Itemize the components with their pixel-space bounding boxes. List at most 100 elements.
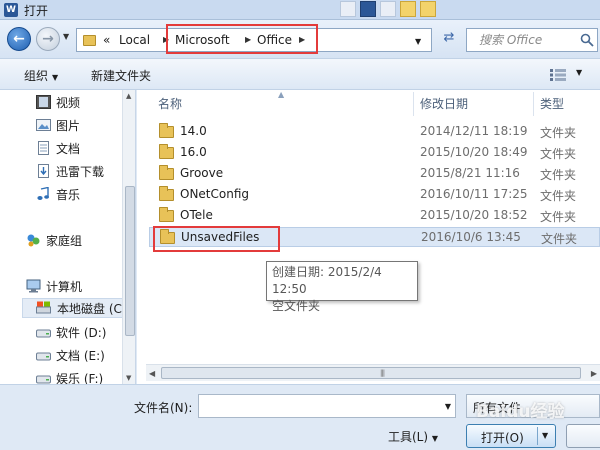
file-name: 16.0 xyxy=(180,145,207,159)
sidebar-item-xunlei-downloads[interactable]: 迅雷下载 xyxy=(56,161,104,181)
column-header-name[interactable]: 名称 xyxy=(158,95,182,112)
file-row[interactable]: 14.0 2014/12/11 18:19 文件夹 xyxy=(149,122,600,142)
sidebar-item-label: 文档 (E:) xyxy=(56,348,105,363)
documents-icon xyxy=(38,141,49,155)
new-folder-button[interactable]: 新建文件夹 xyxy=(91,67,151,84)
folder-tooltip: 创建日期: 2015/2/4 12:50 空文件夹 xyxy=(266,261,418,313)
annotation-highlight-box xyxy=(153,226,280,252)
search-box[interactable] xyxy=(466,28,598,52)
file-name: ONetConfig xyxy=(180,187,250,201)
scroll-down-icon[interactable]: ▼ xyxy=(126,374,131,382)
view-options-icon[interactable] xyxy=(550,69,566,81)
scrollbar-grip-icon: ||| xyxy=(380,369,385,377)
file-modified: 2016/10/6 13:45 xyxy=(421,230,521,244)
sidebar-item-label: 计算机 xyxy=(46,279,83,294)
filename-label: 文件名(N): xyxy=(134,401,193,415)
view-dropdown-icon[interactable]: ▼ xyxy=(576,68,582,77)
homegroup-icon xyxy=(27,234,40,247)
column-divider[interactable] xyxy=(413,92,414,116)
folder-icon xyxy=(159,207,174,222)
file-row[interactable]: ONetConfig 2016/10/11 17:25 文件夹 xyxy=(149,185,600,205)
scroll-left-icon[interactable]: ◀ xyxy=(149,369,155,378)
sidebar-item-label: 迅雷下载 xyxy=(56,164,105,179)
sidebar-scrollbar[interactable]: ▲ ▼ xyxy=(122,90,135,384)
filename-input[interactable] xyxy=(199,395,435,417)
title-bar: W 打开 xyxy=(0,0,600,20)
word-app-icon: W xyxy=(4,3,18,17)
baidu-watermark: Baidu经验 xyxy=(476,402,565,422)
scrollbar-thumb[interactable] xyxy=(125,186,135,336)
sidebar-item-label: 软件 (D:) xyxy=(56,325,107,340)
folder-icon xyxy=(159,186,174,201)
file-row[interactable]: 16.0 2015/10/20 18:49 文件夹 xyxy=(149,143,600,163)
sidebar-item-label: 图片 xyxy=(56,118,81,133)
command-toolbar: 组织 ▼ 新建文件夹 ▼ xyxy=(0,58,600,90)
background-ribbon-icons xyxy=(340,1,436,19)
open-button[interactable]: 打开(O) ▼ xyxy=(466,424,556,448)
column-header-type[interactable]: 类型 xyxy=(540,95,564,112)
file-modified: 2014/12/11 18:19 xyxy=(420,124,528,138)
file-row[interactable]: Groove 2015/8/21 11:16 文件夹 xyxy=(149,164,600,184)
cancel-button[interactable] xyxy=(566,424,600,448)
forward-button[interactable]: → xyxy=(36,27,60,51)
file-type: 文件夹 xyxy=(540,189,577,203)
sidebar-item-drive-f[interactable]: 娱乐 (F:) xyxy=(56,368,104,385)
sidebar-item-computer[interactable]: 计算机 xyxy=(46,276,82,296)
folder-icon xyxy=(83,35,96,46)
sidebar-item-homegroup[interactable]: 家庭组 xyxy=(46,230,82,250)
navigation-pane: 视频 图片 文档 迅雷下载 音乐 家庭组 计算机 本地磁盘 (C 软件 (D:)… xyxy=(0,90,136,384)
file-row[interactable]: OTele 2015/10/20 18:52 文件夹 xyxy=(149,206,600,226)
file-modified: 2015/10/20 18:52 xyxy=(420,208,528,222)
file-list-horizontal-scrollbar[interactable]: ◀ ||| ▶ xyxy=(146,364,600,381)
back-button[interactable]: ← xyxy=(7,27,31,51)
ribbon-icon xyxy=(420,1,436,17)
file-type: 文件夹 xyxy=(540,210,577,224)
sidebar-item-drive-e[interactable]: 文档 (E:) xyxy=(56,345,105,365)
filename-field[interactable]: ▼ xyxy=(198,394,456,418)
search-icon[interactable] xyxy=(580,33,594,47)
window-title: 打开 xyxy=(24,4,49,18)
address-dropdown-icon[interactable]: ▼ xyxy=(415,37,421,46)
sidebar-item-videos[interactable]: 视频 xyxy=(56,92,80,112)
file-type: 文件夹 xyxy=(540,147,577,161)
video-icon xyxy=(36,95,51,109)
sidebar-item-music[interactable]: 音乐 xyxy=(56,184,80,204)
file-name: OTele xyxy=(180,208,213,222)
tools-button[interactable]: 工具(L) ▼ xyxy=(388,428,438,445)
drive-icon xyxy=(36,375,51,384)
search-input[interactable] xyxy=(467,29,577,51)
sidebar-item-label: 视频 xyxy=(56,95,81,110)
pictures-icon xyxy=(36,119,51,131)
music-icon xyxy=(37,187,49,200)
sidebar-item-label: 家庭组 xyxy=(46,233,83,248)
sidebar-item-label: 本地磁盘 (C xyxy=(57,301,122,316)
sort-ascending-icon: ▲ xyxy=(278,90,285,99)
refresh-button[interactable]: ⇄ xyxy=(438,30,460,50)
scroll-right-icon[interactable]: ▶ xyxy=(591,369,597,378)
column-header-modified[interactable]: 修改日期 xyxy=(420,95,468,112)
breadcrumb-local[interactable]: Local xyxy=(119,33,150,47)
download-icon xyxy=(38,164,49,178)
file-name: 14.0 xyxy=(180,124,207,138)
recent-locations-button[interactable]: ▼ xyxy=(63,32,69,41)
sidebar-item-label: 音乐 xyxy=(56,187,81,202)
ribbon-icon xyxy=(340,1,356,17)
scroll-up-icon[interactable]: ▲ xyxy=(126,92,131,100)
sidebar-item-drive-d[interactable]: 软件 (D:) xyxy=(56,322,106,342)
open-label: 打开(O) xyxy=(481,431,524,445)
sidebar-item-documents[interactable]: 文档 xyxy=(56,138,80,158)
open-dropdown-icon[interactable]: ▼ xyxy=(542,431,548,440)
chevron-down-icon: ▼ xyxy=(431,434,439,443)
folder-icon xyxy=(159,123,174,138)
column-divider[interactable] xyxy=(533,92,534,116)
folder-icon xyxy=(159,144,174,159)
chevron-down-icon[interactable]: ▼ xyxy=(445,402,451,411)
sidebar-item-label: 娱乐 (F:) xyxy=(56,371,104,385)
tools-label: 工具(L) xyxy=(388,430,429,444)
sidebar-item-pictures[interactable]: 图片 xyxy=(56,115,80,135)
organize-button[interactable]: 组织 ▼ xyxy=(24,67,58,84)
breadcrumb-overflow[interactable]: « xyxy=(103,33,110,47)
scrollbar-thumb[interactable]: ||| xyxy=(161,367,581,379)
file-type: 文件夹 xyxy=(541,232,578,246)
chevron-down-icon: ▼ xyxy=(52,73,59,82)
